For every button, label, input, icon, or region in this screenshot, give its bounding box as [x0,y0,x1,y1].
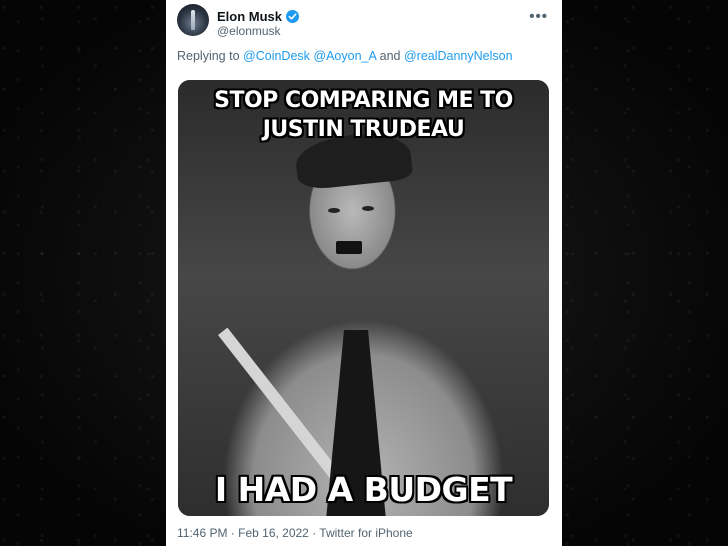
replying-to-label: Replying to [177,49,240,63]
replying-to-and: and [379,49,401,63]
tweet-timestamp[interactable]: 11:46 PM · Feb 16, 2022 · Twitter for iP… [177,526,413,540]
rocket-icon [191,10,195,30]
mustache-shape [336,241,362,254]
tweet-card: Elon Musk @elonmusk ••• Replying to @Coi… [166,0,562,546]
meme-photo [178,80,549,516]
tweet-media-image[interactable]: STOP COMPARING ME TO JUSTIN TRUDEAU I HA… [178,80,549,516]
meme-top-caption: STOP COMPARING ME TO JUSTIN TRUDEAU [214,88,513,142]
author-display-name[interactable]: Elon Musk [217,9,282,24]
more-horizontal-icon[interactable]: ••• [529,8,548,25]
author-row: Elon Musk [217,9,300,24]
verified-badge-icon [286,10,300,23]
left-eye [328,208,340,213]
meme-bottom-caption: I HAD A BUDGET [214,470,513,509]
mention-aoyon[interactable]: @Aoyon_A [313,49,376,63]
mention-realdannynelson[interactable]: @realDannyNelson [404,49,513,63]
right-eye [362,206,374,211]
author-handle[interactable]: @elonmusk [217,24,281,38]
replying-to: Replying to @CoinDesk @Aoyon_A and @real… [177,49,513,63]
avatar[interactable] [177,4,209,36]
mention-coindesk[interactable]: @CoinDesk [243,49,310,63]
